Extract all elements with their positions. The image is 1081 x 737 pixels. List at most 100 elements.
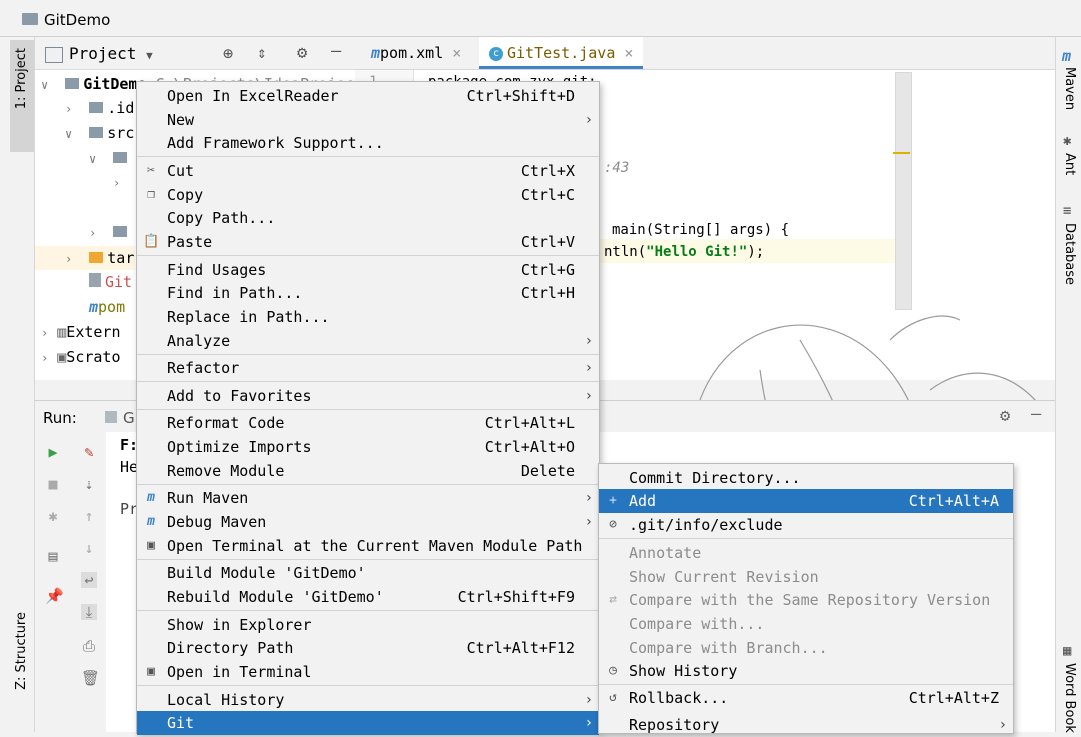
menu-item-copy[interactable]: ❐ Copy Ctrl+C	[137, 183, 599, 207]
menu-item-new[interactable]: New ›	[137, 108, 599, 132]
menu-item-label: Find in Path...	[167, 284, 303, 302]
pin-icon[interactable]: 📌	[45, 588, 64, 604]
menu-item-refactor[interactable]: Refactor ›	[137, 356, 599, 380]
tree-item-external-libraries[interactable]: › ▥Extern	[41, 320, 120, 344]
menu-item-optimize-imports[interactable]: Optimize Imports Ctrl+Alt+O	[137, 435, 599, 459]
database-tool-tab[interactable]: Database	[1062, 223, 1077, 285]
tree-item-target[interactable]: › tar	[35, 246, 135, 270]
tree-item-folder[interactable]: ∨	[89, 146, 131, 170]
ant-tool-tab[interactable]: Ant	[1062, 153, 1077, 175]
word-book-tool-tab[interactable]: Word Book	[1062, 663, 1077, 733]
scroll-to-end-icon[interactable]: ⤓	[81, 604, 97, 620]
menu-item-add[interactable]: + Add Ctrl+Alt+A	[599, 489, 1013, 513]
menu-item-debug-maven[interactable]: m Debug Maven ›	[137, 510, 599, 534]
menu-item-directory-path[interactable]: Directory Path Ctrl+Alt+F12	[137, 636, 599, 660]
menu-item-open-in-terminal[interactable]: ▣ Open in Terminal	[137, 660, 599, 684]
menu-item-paste[interactable]: 📋 Paste Ctrl+V	[137, 230, 599, 254]
menu-item-rollback[interactable]: ↺ Rollback... Ctrl+Alt+Z	[599, 686, 1013, 710]
menu-item-annotate[interactable]: Annotate	[599, 541, 1013, 565]
run-tab[interactable]: G	[105, 409, 135, 427]
scissors-icon: ✂	[147, 163, 155, 178]
tree-item-label: tar	[107, 249, 135, 267]
menu-item-label: Annotate	[629, 544, 702, 562]
menu-item-compare-with[interactable]: Compare with...	[599, 612, 1013, 636]
close-icon[interactable]: ×	[452, 44, 461, 62]
git-submenu: Commit Directory... + Add Ctrl+Alt+A ⊘ .git…	[598, 463, 1014, 734]
menu-item-repository[interactable]: Repository ›	[599, 713, 1013, 737]
project-view-dropdown[interactable]: Project ▼	[69, 44, 153, 63]
menu-item-open-terminal-maven[interactable]: ▣ Open Terminal at the Current Maven Modu…	[137, 534, 599, 558]
chevron-right-icon: ›	[584, 514, 593, 530]
menu-item-label: Run Maven	[167, 489, 249, 507]
menu-item-rebuild-module[interactable]: Rebuild Module 'GitDemo' Ctrl+Shift+F9	[137, 585, 599, 609]
stop-icon[interactable]: ■	[45, 476, 61, 492]
menu-item-compare-same-repo[interactable]: ⇄ Compare with the Same Repository Versio…	[599, 588, 1013, 612]
menu-item-commit-directory[interactable]: Commit Directory...	[599, 466, 1013, 490]
gear-icon[interactable]: ⚙	[297, 43, 307, 63]
debug-icon[interactable]: ✱	[45, 508, 61, 524]
menu-item-label: Remove Module	[167, 462, 285, 480]
sort-icon[interactable]: ⇣	[81, 476, 97, 492]
tab-gittest-java[interactable]: c GitTest.java ×	[479, 37, 644, 69]
tree-item-git[interactable]: Git	[89, 270, 132, 294]
menu-separator	[137, 381, 599, 382]
menu-item-git[interactable]: Git ›	[137, 711, 599, 735]
soft-wrap-icon[interactable]: ↩	[81, 572, 97, 588]
tab-pom-xml[interactable]: mpom.xml ×	[361, 37, 471, 69]
chevron-right-icon: ›	[584, 388, 593, 404]
menu-item-label: Git	[167, 714, 195, 732]
menu-item-show-history[interactable]: ◷ Show History	[599, 659, 1013, 683]
tree-item-label: Scrato	[66, 348, 121, 366]
gear-icon[interactable]: ⚙	[1000, 406, 1010, 426]
menu-item-show-in-explorer[interactable]: Show in Explorer	[137, 613, 599, 637]
tree-item-folder[interactable]: ›	[89, 220, 131, 244]
rerun-icon[interactable]: ▶	[45, 444, 61, 460]
code-line: main(String[] args) {	[612, 222, 790, 238]
menu-item-copy-path[interactable]: Copy Path...	[137, 206, 599, 230]
run-tab-label: G	[123, 409, 135, 427]
tree-item-scratches[interactable]: › ▣Scrato	[41, 345, 120, 369]
plus-icon: +	[609, 493, 617, 508]
menu-item-add-to-favorites[interactable]: Add to Favorites ›	[137, 384, 599, 408]
menu-item-analyze[interactable]: Analyze ›	[137, 329, 599, 353]
close-icon[interactable]: ×	[624, 44, 633, 62]
ant-icon: ✱	[1063, 133, 1072, 149]
collapse-all-icon[interactable]: ⇕	[257, 43, 267, 62]
menu-item-open-in-excelreader[interactable]: Open In ExcelReader Ctrl+Shift+D	[137, 84, 599, 108]
menu-item-build-module[interactable]: Build Module 'GitDemo'	[137, 561, 599, 585]
hide-icon[interactable]: —	[331, 41, 341, 61]
menu-item-replace-in-path[interactable]: Replace in Path...	[137, 305, 599, 329]
hide-icon[interactable]: —	[1031, 404, 1041, 424]
layout-icon[interactable]: ▤	[45, 548, 61, 564]
clear-icon[interactable]: ✎	[81, 444, 97, 460]
code-token: ntln(	[604, 244, 647, 260]
menu-item-run-maven[interactable]: m Run Maven ›	[137, 486, 599, 510]
menu-item-cut[interactable]: ✂ Cut Ctrl+X	[137, 159, 599, 183]
menu-item-find-usages[interactable]: Find Usages Ctrl+G	[137, 258, 599, 282]
tree-item-src[interactable]: ∨ src	[65, 121, 134, 145]
menu-item-find-in-path[interactable]: Find in Path... Ctrl+H	[137, 281, 599, 305]
down-arrow-icon[interactable]: ↓	[81, 540, 97, 556]
folder-icon	[22, 13, 38, 25]
compare-icon: ⇄	[609, 592, 617, 607]
up-arrow-icon[interactable]: ↑	[81, 508, 97, 524]
locate-icon[interactable]: ⊕	[223, 44, 233, 64]
project-context-menu: Open In ExcelReader Ctrl+Shift+D New › Add…	[136, 81, 600, 735]
menu-item-show-current-revision[interactable]: Show Current Revision	[599, 565, 1013, 589]
tree-item-pom[interactable]: mpom	[89, 295, 125, 319]
menu-item-remove-module[interactable]: Remove Module Delete	[137, 459, 599, 483]
chevron-down-icon: ▼	[146, 49, 153, 62]
structure-tool-tab[interactable]: Z: Structure	[14, 612, 29, 690]
menu-item-compare-with-branch[interactable]: Compare with Branch...	[599, 636, 1013, 660]
menu-item-reformat-code[interactable]: Reformat Code Ctrl+Alt+L	[137, 411, 599, 435]
menu-item-git-info-exclude[interactable]: ⊘ .git/info/exclude	[599, 513, 1013, 537]
maven-tool-tab[interactable]: Maven	[1062, 67, 1077, 110]
menu-item-add-framework-support[interactable]: Add Framework Support...	[137, 131, 599, 155]
menu-item-local-history[interactable]: Local History ›	[137, 688, 599, 712]
breadcrumb-project[interactable]: GitDemo	[44, 11, 110, 29]
print-icon[interactable]: ⎙	[81, 638, 97, 654]
trash-icon[interactable]: 🗑	[81, 670, 100, 686]
code-minimap[interactable]	[895, 72, 912, 310]
tree-item-idea[interactable]: › .id	[65, 96, 134, 120]
tree-item-folder[interactable]: ›	[113, 170, 120, 194]
